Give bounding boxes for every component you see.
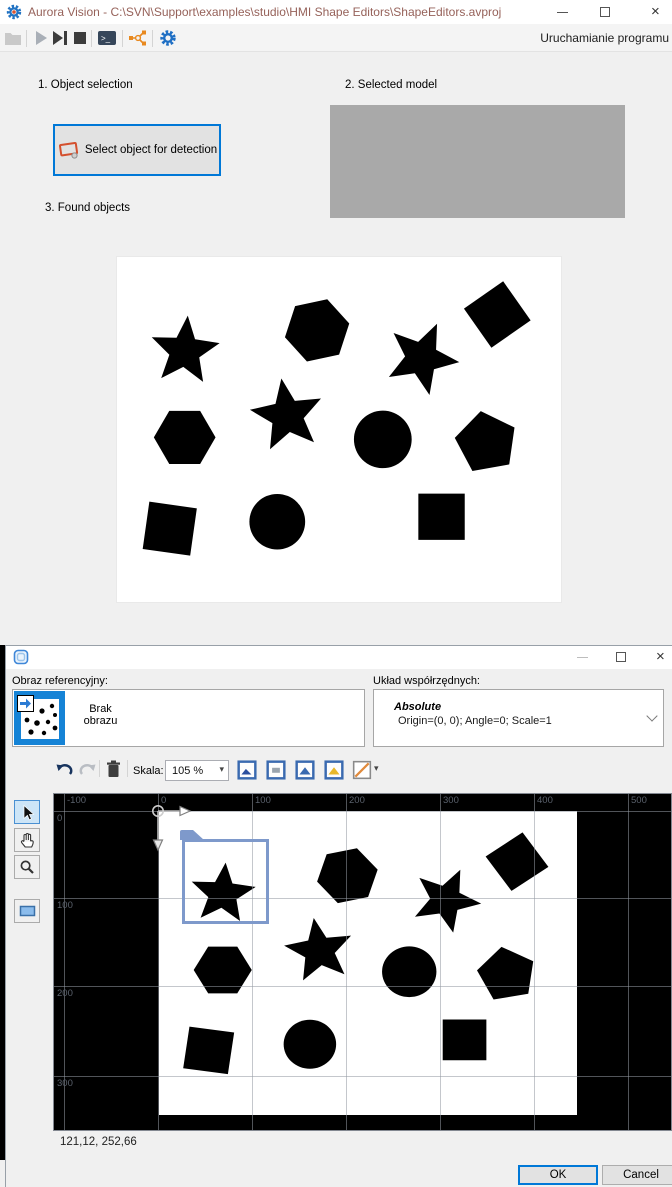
tool-pan-button[interactable] bbox=[14, 828, 40, 852]
undo-icon[interactable] bbox=[55, 761, 73, 778]
select-object-button[interactable]: Select object for detection bbox=[53, 124, 221, 176]
ruler-label: 0 bbox=[57, 813, 62, 824]
minimize-button[interactable] bbox=[557, 12, 568, 13]
zoom-fit-image-icon[interactable] bbox=[237, 760, 257, 780]
reference-image-label: Obraz referencyjny: bbox=[12, 675, 108, 687]
reference-image-value: Brak obrazu bbox=[73, 703, 128, 727]
gridline bbox=[54, 1076, 672, 1077]
cursor-arrow-icon bbox=[19, 804, 35, 821]
reference-image-value-line1: Brak bbox=[73, 703, 128, 715]
app-gear-icon bbox=[6, 4, 22, 20]
gridline bbox=[440, 794, 441, 1131]
stop-icon[interactable] bbox=[71, 29, 89, 47]
main-toolbar: >_ Uruchamianie programu bbox=[0, 24, 672, 52]
selection-rectangle[interactable] bbox=[182, 839, 269, 924]
toolbar-separator bbox=[122, 30, 123, 47]
gridline bbox=[54, 986, 672, 987]
cancel-button-label: Cancel bbox=[623, 1169, 659, 1181]
ok-button-label: OK bbox=[550, 1169, 567, 1181]
gridline bbox=[54, 811, 672, 812]
ruler-label: 100 bbox=[57, 900, 73, 911]
zoom-fit-selection-icon[interactable] bbox=[324, 760, 344, 780]
ruler-label: 300 bbox=[443, 795, 459, 806]
section2-label: 2. Selected model bbox=[345, 79, 437, 91]
run-to-end-icon[interactable] bbox=[51, 29, 69, 47]
open-folder-icon[interactable] bbox=[4, 29, 22, 47]
section3-label: 3. Found objects bbox=[45, 202, 130, 214]
dialog-maximize-button[interactable] bbox=[616, 652, 626, 662]
section1-label: 1. Object selection bbox=[38, 79, 133, 91]
dialog-titlebar: Rectangle2D Editor × bbox=[6, 646, 672, 669]
coordinate-system-combo[interactable]: Absolute Origin=(0, 0); Angle=0; Scale=1 bbox=[373, 689, 664, 747]
rectangle-region-icon bbox=[57, 140, 81, 160]
arrow-overlay-icon bbox=[17, 695, 34, 712]
ruler-label: 300 bbox=[57, 1078, 73, 1089]
toolbar-separator bbox=[152, 30, 153, 47]
ruler-label: 200 bbox=[349, 795, 365, 806]
scale-combo-caret-icon: ▾ bbox=[219, 764, 224, 775]
tool-zoom-button[interactable] bbox=[14, 855, 40, 879]
maximize-button[interactable] bbox=[600, 7, 610, 17]
selected-model-preview bbox=[330, 105, 625, 218]
chevron-down-icon bbox=[646, 710, 657, 721]
gridline bbox=[534, 794, 535, 1131]
redo-icon[interactable] bbox=[79, 761, 97, 778]
toolbar-separator bbox=[91, 30, 92, 47]
screen: Aurora Vision - C:\SVN\Support\examples\… bbox=[0, 0, 672, 1187]
delete-trash-icon[interactable] bbox=[106, 760, 121, 778]
scale-value: 105 % bbox=[172, 765, 203, 777]
svg-text:>_: >_ bbox=[101, 34, 111, 43]
coordinate-system-details: Origin=(0, 0); Angle=0; Scale=1 bbox=[398, 715, 552, 727]
reference-image-value-line2: obrazu bbox=[73, 715, 128, 727]
region-tool-caret-icon[interactable]: ▾ bbox=[374, 763, 379, 774]
scale-combo[interactable]: 105 % ▾ bbox=[165, 760, 229, 781]
run-mode-label: Uruchamianie programu bbox=[540, 31, 669, 45]
rectangle-shape-icon bbox=[19, 904, 36, 918]
ruler-label: 100 bbox=[255, 795, 271, 806]
ruler-label: 200 bbox=[57, 988, 73, 999]
toolbar-separator bbox=[26, 30, 27, 47]
dialog-canvas[interactable]: -10001002003004005000100200300 bbox=[53, 793, 672, 1131]
tool-rectangle-button[interactable] bbox=[14, 899, 40, 923]
found-objects-image bbox=[116, 256, 562, 603]
dialog-icon bbox=[13, 649, 29, 665]
ok-button[interactable]: OK bbox=[518, 1165, 598, 1185]
coordinate-system-label: Układ współrzędnych: bbox=[373, 675, 480, 687]
cancel-button[interactable]: Cancel bbox=[602, 1165, 672, 1185]
scale-label: Skala: bbox=[133, 765, 164, 777]
gridline bbox=[54, 898, 672, 899]
magnifier-icon bbox=[19, 859, 35, 875]
main-titlebar: Aurora Vision - C:\SVN\Support\examples\… bbox=[0, 0, 672, 24]
dialog-minimize-button[interactable] bbox=[577, 657, 588, 658]
settings-gear-icon[interactable] bbox=[159, 29, 177, 47]
tool-select-button[interactable] bbox=[14, 800, 40, 824]
program-graph-icon[interactable] bbox=[128, 29, 148, 47]
ruler-label: -100 bbox=[67, 795, 86, 806]
run-icon[interactable] bbox=[32, 29, 50, 47]
region-tool-icon[interactable] bbox=[352, 760, 372, 780]
close-button[interactable]: × bbox=[651, 4, 660, 19]
ruler-label: 400 bbox=[537, 795, 553, 806]
toolbar-separator bbox=[99, 760, 100, 777]
select-object-button-label: Select object for detection bbox=[85, 144, 217, 156]
image-thumbnail-tile bbox=[14, 691, 65, 745]
ruler-label: 500 bbox=[631, 795, 647, 806]
reference-image-combo[interactable]: Brak obrazu bbox=[12, 689, 365, 747]
toolbar-separator bbox=[127, 760, 128, 777]
shapes-svg bbox=[117, 257, 561, 602]
gridline bbox=[628, 794, 629, 1131]
dialog-close-button[interactable]: × bbox=[656, 649, 665, 664]
cursor-coordinates: 121,12, 252,66 bbox=[60, 1136, 137, 1148]
zoom-fit-width-icon[interactable] bbox=[295, 760, 315, 780]
console-icon[interactable]: >_ bbox=[97, 29, 117, 47]
gridline bbox=[346, 794, 347, 1131]
zoom-actual-size-icon[interactable] bbox=[266, 760, 286, 780]
coordinate-system-name: Absolute bbox=[394, 701, 441, 713]
main-window-title: Aurora Vision - C:\SVN\Support\examples\… bbox=[28, 5, 501, 19]
hand-icon bbox=[19, 832, 36, 849]
